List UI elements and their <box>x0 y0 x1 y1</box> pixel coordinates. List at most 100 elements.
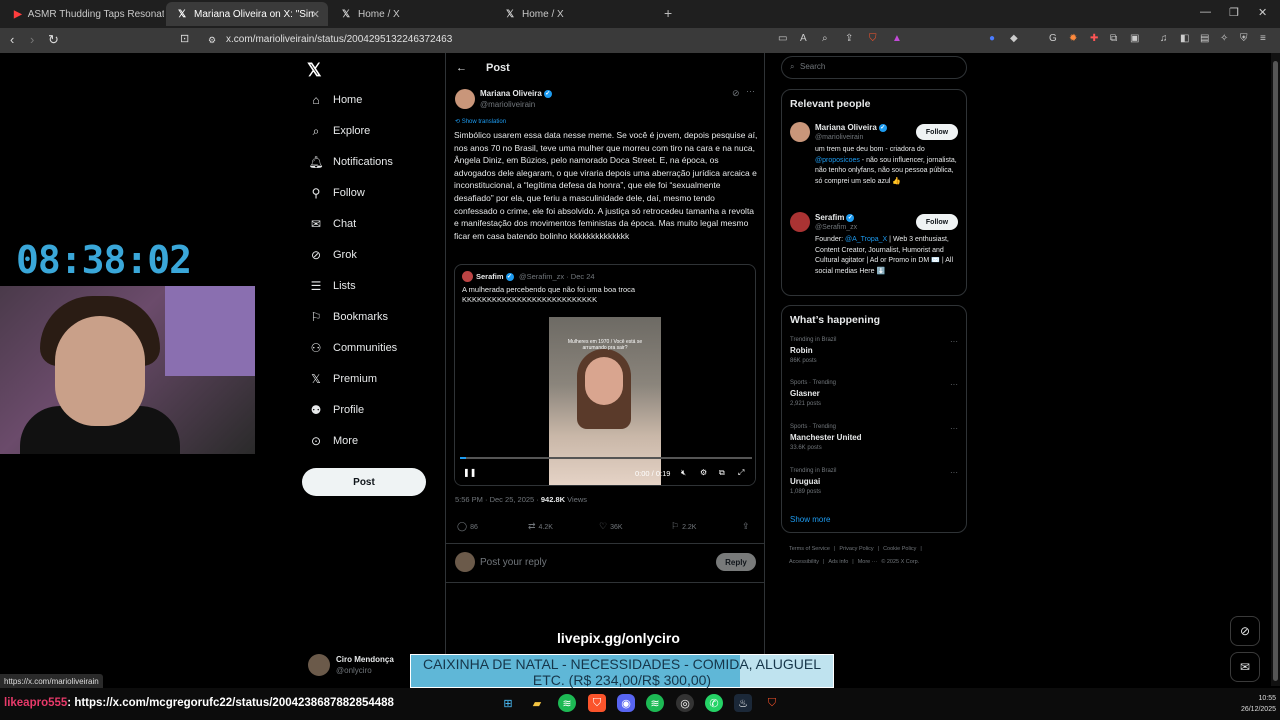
person-avatar[interactable] <box>790 122 810 142</box>
zoom-icon[interactable]: ⌕ <box>822 33 828 44</box>
video-progress-bar[interactable] <box>460 457 752 459</box>
media-icon[interactable]: ♫ <box>1160 33 1168 44</box>
person-name-row[interactable]: Mariana Oliveira ✓ <box>815 123 887 132</box>
trend-item[interactable]: Trending in Brazil Uruguai 1,089 posts ·… <box>790 468 962 498</box>
post-button[interactable]: Post <box>302 468 426 496</box>
browser-tab-2[interactable]: 𝕏 Mariana Oliveira on X: "Simbólic ✕ <box>166 2 328 26</box>
cast-icon[interactable]: ▭ <box>778 33 787 44</box>
nav-more[interactable]: ⊙ More <box>308 431 358 451</box>
minimize-window-button[interactable]: — <box>1200 6 1211 18</box>
follow-button[interactable]: Follow <box>916 214 958 230</box>
nav-follow[interactable]: ⚲ Follow <box>308 183 365 203</box>
share-action[interactable]: ⇪ <box>742 521 753 532</box>
like-action[interactable]: ♡ 36K <box>599 521 623 532</box>
discord-icon[interactable]: ◉ <box>617 694 635 712</box>
author-avatar[interactable] <box>455 89 475 109</box>
grok-explain-icon[interactable]: ⊘ <box>732 88 740 99</box>
scrollbar-thumb[interactable] <box>1273 61 1278 681</box>
grok-floating-button[interactable]: ⊘ <box>1230 616 1260 646</box>
fullscreen-icon[interactable]: ⤢ <box>738 468 744 478</box>
more-options-icon[interactable]: ··· <box>950 337 958 346</box>
obs-icon[interactable]: ◎ <box>676 694 694 712</box>
nav-bookmarks[interactable]: ⚐ Bookmarks <box>308 307 388 327</box>
extension-3-icon[interactable]: ✹ <box>1069 33 1077 44</box>
bio-mention-link[interactable]: @A_Tropa_X <box>845 236 887 243</box>
brave-shield-icon[interactable]: ⛉ <box>763 694 781 712</box>
reply-button[interactable]: Reply <box>716 553 756 571</box>
spotify-icon[interactable]: ≋ <box>558 694 576 712</box>
nav-chat[interactable]: ✉ Chat <box>308 214 356 234</box>
more-options-icon[interactable]: ··· <box>746 86 755 96</box>
pip-icon[interactable]: ⧉ <box>719 468 725 478</box>
browser-tab-4[interactable]: 𝕏 Home / X <box>494 2 654 26</box>
browser-tab-3[interactable]: 𝕏 Home / X <box>330 2 490 26</box>
footer-link[interactable]: More ··· <box>858 559 878 565</box>
nav-notifications[interactable]: 🔔︎ Notifications <box>308 152 393 172</box>
repost-action[interactable]: ⇄ 4.2K <box>528 521 553 532</box>
mute-icon[interactable]: 🔇︎ <box>681 468 686 478</box>
bio-mention-link[interactable]: @proposicoes <box>815 157 860 164</box>
reload-button[interactable]: ↻ <box>48 32 59 48</box>
forward-button[interactable]: › <box>30 32 34 47</box>
extension-5-icon[interactable]: ▣ <box>1130 33 1139 44</box>
messages-floating-button[interactable]: ✉ <box>1230 652 1260 682</box>
nav-communities[interactable]: ⚇ Communities <box>308 338 398 358</box>
bookmark-page-icon[interactable]: ⊡ <box>180 32 189 45</box>
close-tab-icon[interactable]: ✕ <box>311 8 320 21</box>
whatsapp-icon[interactable]: ✆ <box>705 694 723 712</box>
pause-icon[interactable]: ❚❚ <box>463 468 476 477</box>
vpn-icon[interactable]: ⛨ <box>1240 33 1248 44</box>
author-handle[interactable]: @marioliveirain <box>480 100 535 109</box>
reply-input[interactable]: Post your reply <box>480 557 547 568</box>
page-scrollbar[interactable] <box>1271 53 1280 686</box>
back-arrow-icon[interactable]: ← <box>456 62 467 74</box>
menu-icon[interactable]: ≡ <box>1260 33 1266 44</box>
extension-4-icon[interactable]: ✚ <box>1090 33 1098 44</box>
trend-item[interactable]: Sports · Trending Glasner 2,921 posts ··… <box>790 380 962 410</box>
extension-1-icon[interactable]: ● <box>989 33 995 44</box>
footer-link[interactable]: Cookie Policy <box>883 546 916 552</box>
sidebar-toggle-icon[interactable]: ◧ <box>1180 33 1189 44</box>
trend-item[interactable]: Sports · Trending Manchester United 33.6… <box>790 424 962 454</box>
nav-lists[interactable]: ☰ Lists <box>308 276 356 296</box>
footer-link[interactable]: Privacy Policy <box>839 546 873 552</box>
leo-icon[interactable]: ✧ <box>1220 33 1228 44</box>
brave-browser-icon[interactable]: ⛉ <box>588 694 606 712</box>
spotify-icon[interactable]: ≋ <box>646 694 664 712</box>
site-info-icon[interactable]: ⚙ <box>208 35 216 46</box>
footer-link[interactable]: Accessibility <box>789 559 819 565</box>
follow-button[interactable]: Follow <box>916 124 958 140</box>
nav-premium[interactable]: 𝕏 Premium <box>308 369 377 389</box>
settings-icon[interactable]: ⚙ <box>700 468 707 477</box>
person-avatar[interactable] <box>790 212 810 232</box>
system-clock[interactable]: 10:55 26/12/2025 <box>1200 693 1276 715</box>
quoted-post[interactable]: Serafim ✓ @Serafim_zx · Dec 24 A mulherad… <box>454 264 756 486</box>
brave-shields-icon[interactable]: ⛉ <box>869 33 877 44</box>
back-button[interactable]: ‹ <box>10 32 14 47</box>
reply-action[interactable]: ◯ 86 <box>457 521 478 532</box>
wallet-icon[interactable]: ▤ <box>1200 33 1209 44</box>
google-icon[interactable]: G <box>1049 33 1057 44</box>
search-input[interactable] <box>800 62 950 71</box>
new-tab-button[interactable]: + <box>664 5 672 21</box>
share-icon[interactable]: ⇪ <box>845 33 853 44</box>
nav-profile[interactable]: ⚉ Profile <box>308 400 365 420</box>
more-options-icon[interactable]: ··· <box>950 380 958 389</box>
steam-icon[interactable]: ♨ <box>734 694 752 712</box>
brave-rewards-icon[interactable]: ▲ <box>892 33 902 44</box>
footer-link[interactable]: Ads info <box>828 559 848 565</box>
translate-icon[interactable]: A <box>800 33 807 44</box>
maximize-window-button[interactable]: ❐ <box>1229 6 1239 19</box>
extensions-icon[interactable]: ⧉ <box>1110 33 1117 44</box>
bookmark-action[interactable]: ⚐ 2.2K <box>671 521 696 532</box>
address-bar[interactable]: x.com/marioliveirain/status/200429513224… <box>226 34 452 45</box>
video-player[interactable]: Mulheres em 1970 / Você está se arrumand… <box>455 315 755 485</box>
file-explorer-icon[interactable]: ▰ <box>528 694 546 712</box>
browser-tab-1[interactable]: ▶ ASMR Thudding Taps Resonating in <box>4 2 164 26</box>
nav-home[interactable]: ⌂ Home <box>308 90 362 110</box>
nav-grok[interactable]: ⊘ Grok <box>308 245 357 265</box>
footer-link[interactable]: Terms of Service <box>789 546 830 552</box>
trend-item[interactable]: Trending in Brazil Robin 86K posts ··· <box>790 337 962 367</box>
more-options-icon[interactable]: ··· <box>950 468 958 477</box>
search-box[interactable]: ⌕ <box>781 56 967 79</box>
